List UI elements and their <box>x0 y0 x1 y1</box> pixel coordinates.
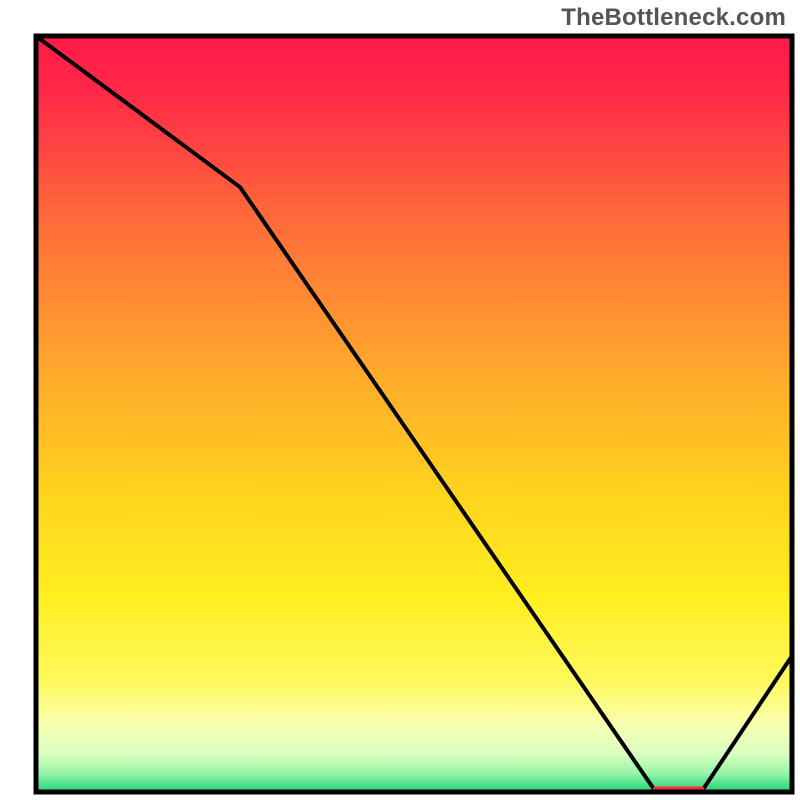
chart-container: TheBottleneck.com <box>0 0 800 800</box>
bottleneck-chart <box>0 0 800 800</box>
gradient-background <box>36 36 792 792</box>
